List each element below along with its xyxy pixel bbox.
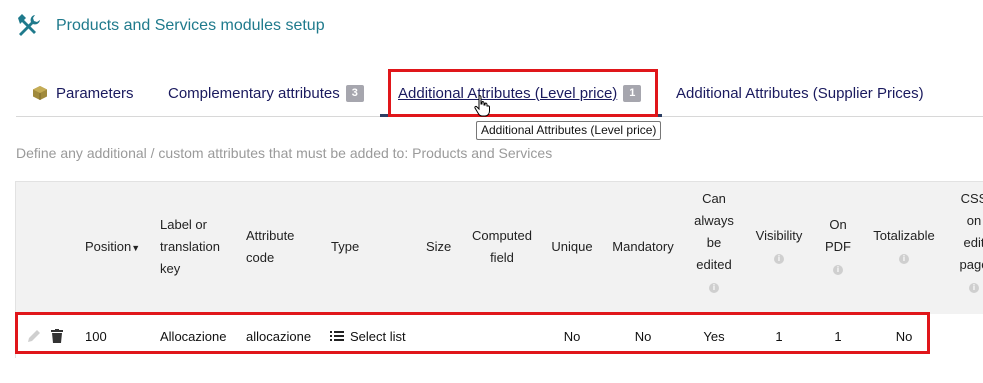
cell-visibility: 1: [775, 328, 783, 344]
header-line: edit: [963, 235, 983, 250]
cell-always-edit: Yes: [703, 328, 725, 344]
box-icon: [33, 86, 47, 100]
header-line: Totalizable: [873, 228, 935, 243]
page-description: Define any additional / custom attribute…: [16, 145, 553, 161]
info-icon[interactable]: i: [969, 282, 979, 293]
cell-attribute-code: allocazione: [246, 328, 312, 344]
header-line: CSS: [960, 191, 983, 206]
header-line: page: [959, 257, 983, 272]
column-header-mandatory: Mandatory: [612, 239, 674, 254]
tools-icon: [18, 14, 40, 36]
header-line: edited: [696, 257, 732, 272]
header-line: Visibility: [755, 228, 803, 243]
tab-additional-attributes-supplier-prices[interactable]: Additional Attributes (Supplier Prices): [676, 70, 924, 116]
count-badge: 3: [345, 84, 364, 102]
column-header-computed-field: Computed field: [468, 225, 536, 269]
info-icon[interactable]: i: [899, 253, 909, 264]
header-line: code: [246, 250, 275, 265]
cell-mandatory: No: [634, 328, 652, 344]
tab-supplier-label: Additional Attributes (Supplier Prices): [676, 84, 924, 102]
cell-on-pdf: 1: [834, 328, 842, 344]
column-header-can-always-be-edited: Can always be edited i: [685, 188, 743, 298]
cell-position: 100: [85, 328, 107, 344]
tab-complementary-attributes[interactable]: Complementary attributes 3: [168, 70, 364, 116]
header-line: field: [490, 250, 514, 265]
column-header-on-pdf: On PDF i: [816, 214, 860, 280]
header-line: translation: [160, 239, 220, 254]
cell-type-label: Select list: [350, 328, 406, 344]
column-header-size: Size: [426, 239, 452, 254]
header-line: on: [966, 213, 982, 228]
header-line: key: [160, 261, 181, 276]
column-header-attribute-code: Attribute code: [246, 225, 294, 269]
header-line: On: [829, 217, 847, 232]
list-icon: [330, 331, 344, 341]
column-header-unique: Unique: [551, 239, 593, 254]
cell-type: Select list: [330, 314, 406, 358]
column-header-type: Type: [331, 239, 360, 254]
tab-parameters[interactable]: Parameters: [32, 70, 134, 116]
header-line: Label or: [160, 217, 207, 232]
cell-unique: No: [563, 328, 581, 344]
table-row: 100 Allocazione allocazione Select list …: [15, 314, 983, 358]
cell-totalizable: No: [895, 328, 913, 344]
trash-icon[interactable]: [51, 314, 63, 358]
tab-bar: Parameters Complementary attributes 3 Ad…: [16, 70, 983, 117]
column-header-css-edit-page: CSS on edit page i: [954, 188, 983, 298]
header-line: Can: [702, 191, 726, 206]
column-header-position[interactable]: Position▼: [85, 236, 140, 259]
edit-icon[interactable]: [27, 314, 41, 358]
tooltip: Additional Attributes (Level price): [476, 121, 662, 140]
header-line: be: [706, 235, 722, 250]
cell-label: Allocazione: [160, 328, 227, 344]
info-icon[interactable]: i: [709, 282, 719, 293]
info-icon[interactable]: i: [833, 264, 843, 275]
count-badge: 1: [623, 84, 642, 102]
tab-complementary-label: Complementary attributes: [168, 84, 340, 102]
hand-cursor-icon: [474, 95, 490, 117]
table-header: Position▼ Label or translation key Attri…: [15, 182, 983, 314]
column-header-totalizable: Totalizable i: [867, 225, 941, 269]
sort-desc-icon: ▼: [131, 243, 141, 253]
tab-additional-attributes-level-price[interactable]: Additional Attributes (Level price) 1: [398, 70, 642, 116]
tab-parameters-label: Parameters: [56, 84, 134, 102]
header-line: PDF: [825, 239, 851, 254]
column-header-label-key: Label or translation key: [160, 214, 220, 280]
column-header-visibility: Visibility i: [749, 225, 809, 269]
active-tab-indicator: [380, 114, 662, 117]
column-header-label: Position: [85, 239, 132, 254]
header-line: always: [694, 213, 734, 228]
page-header: Products and Services modules setup: [14, 12, 325, 40]
tab-level-price-label: Additional Attributes (Level price): [398, 84, 618, 102]
header-line: Computed: [472, 228, 532, 243]
page-title: Products and Services modules setup: [56, 17, 325, 34]
header-line: Attribute: [246, 228, 295, 243]
info-icon[interactable]: i: [774, 253, 784, 264]
attributes-table: Position▼ Label or translation key Attri…: [15, 181, 983, 358]
